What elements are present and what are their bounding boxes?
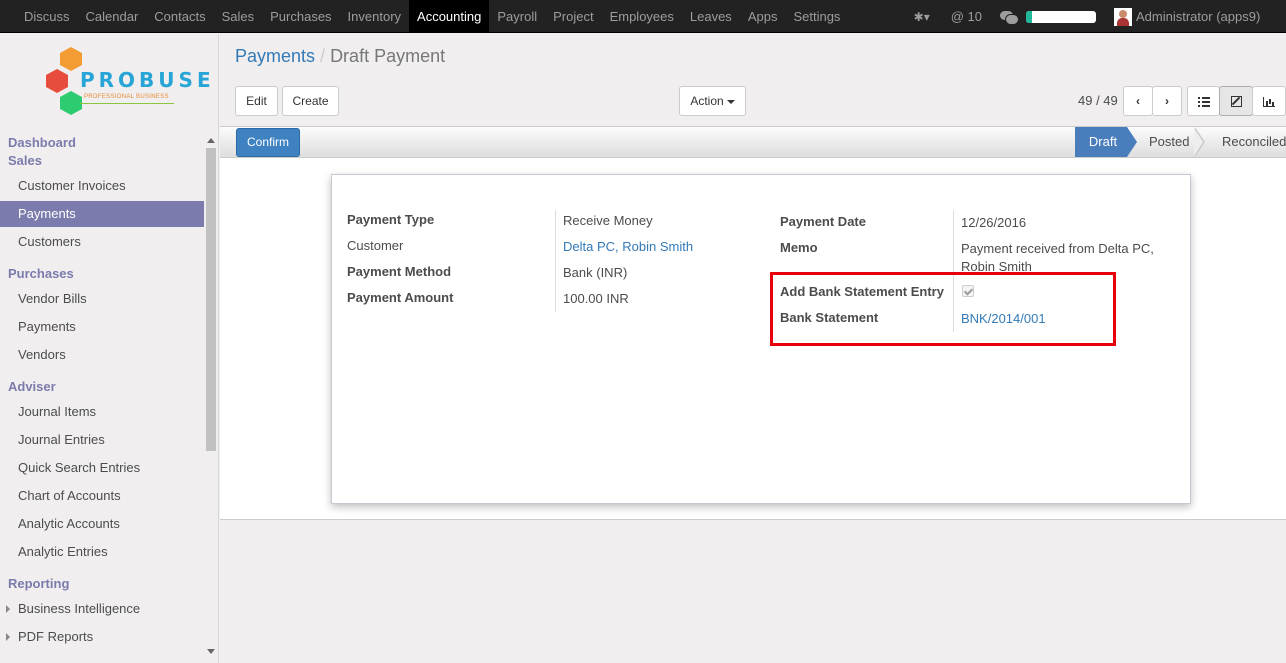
sidebar: PROBUSE PROFESSIONAL BUSINESS Dashboard … (0, 34, 219, 663)
menu-project[interactable]: Project (545, 0, 601, 33)
sidebar-item-business-intelligence[interactable]: Business Intelligence (0, 596, 204, 622)
highlight-box (770, 272, 1116, 346)
breadcrumb-current: Draft Payment (330, 46, 446, 66)
planner-progress-bar[interactable] (1026, 10, 1096, 23)
sidebar-item-journal-entries[interactable]: Journal Entries (0, 427, 204, 453)
field-payment-amount: 100.00 INR (563, 291, 629, 306)
caret-right-icon (6, 605, 10, 613)
field-payment-date: 12/26/2016 (961, 215, 1027, 230)
sidebar-item-customers[interactable]: Customers (0, 229, 204, 255)
column-divider (555, 210, 556, 312)
field-customer[interactable]: Delta PC, Robin Smith (563, 238, 693, 256)
label-payment-method: Payment Method (347, 264, 452, 279)
label-memo: Memo (780, 240, 818, 255)
scroll-up-icon[interactable] (207, 138, 215, 143)
systray: ✱▾ @ 10 Administrator (apps9) (907, 0, 1286, 33)
label-payment-date: Payment Date (780, 214, 866, 229)
stage-arrow (1194, 127, 1205, 157)
caret-down-icon (726, 99, 735, 104)
user-avatar[interactable] (1114, 7, 1132, 26)
sidebar-item-quick-search-entries[interactable]: Quick Search Entries (0, 455, 204, 481)
menu-purchases[interactable]: Purchases (262, 0, 339, 33)
currency: INR (606, 291, 629, 306)
progress-fill (1026, 10, 1032, 23)
list-icon (1197, 96, 1210, 107)
stage-draft[interactable]: Draft (1075, 127, 1137, 157)
edit-button[interactable]: Edit (235, 86, 278, 116)
menu-sales[interactable]: Sales (214, 0, 263, 33)
user-menu[interactable]: Administrator (apps9) (1136, 9, 1286, 24)
sidebar-item-pdf-reports[interactable]: PDF Reports (0, 624, 204, 650)
menu-calendar[interactable]: Calendar (78, 0, 147, 33)
bar-chart-icon (1263, 96, 1275, 107)
sidebar-item-analytic-entries[interactable]: Analytic Entries (0, 539, 204, 565)
sidebar-section-adviser: Adviser (8, 379, 56, 394)
pager-previous-button[interactable]: ‹ (1123, 86, 1153, 116)
scroll-thumb[interactable] (206, 148, 216, 451)
sidebar-item-chart-of-accounts[interactable]: Chart of Accounts (0, 483, 204, 509)
confirm-button[interactable]: Confirm (236, 128, 300, 157)
menu-contacts[interactable]: Contacts (146, 0, 213, 33)
scroll-down-icon[interactable] (207, 649, 215, 654)
menu-leaves[interactable]: Leaves (682, 0, 740, 33)
label-customer: Customer (347, 238, 404, 253)
pager-next-button[interactable]: › (1152, 86, 1182, 116)
breadcrumb-separator: / (320, 46, 326, 66)
main-menu: Discuss Calendar Contacts Sales Purchase… (16, 0, 848, 33)
sidebar-item-payments-sales[interactable]: Payments (0, 201, 204, 227)
sidebar-section-purchases: Purchases (8, 266, 74, 281)
chat-bubbles-icon[interactable] (1000, 10, 1019, 25)
sidebar-item-vendors[interactable]: Vendors (0, 342, 204, 368)
field-payment-method: Bank (INR) (563, 265, 628, 280)
debug-bug-icon[interactable]: ✱▾ (907, 10, 937, 24)
sidebar-section-dashboard[interactable]: Dashboard (8, 135, 76, 150)
edit-form-icon (1230, 96, 1242, 108)
chevron-right-icon: › (1165, 94, 1169, 108)
label-payment-amount: Payment Amount (347, 290, 454, 305)
graph-view-button[interactable] (1252, 86, 1286, 116)
sidebar-scrollbar[interactable] (205, 136, 217, 662)
menu-apps[interactable]: Apps (740, 0, 786, 33)
menu-discuss[interactable]: Discuss (16, 0, 78, 33)
sidebar-item-vendor-bills[interactable]: Vendor Bills (0, 286, 204, 312)
field-payment-type: Receive Money (563, 213, 653, 228)
menu-settings[interactable]: Settings (785, 0, 848, 33)
logo-tagline: PROFESSIONAL BUSINESS (84, 94, 169, 100)
menu-inventory[interactable]: Inventory (340, 0, 409, 33)
sidebar-item-customer-invoices[interactable]: Customer Invoices (0, 173, 204, 199)
sidebar-section-sales: Sales (8, 153, 42, 168)
mentions-counter[interactable]: @ 10 (951, 9, 982, 24)
field-memo: Payment received from Delta PC, Robin Smi… (961, 241, 1154, 274)
pager-value[interactable]: 49 / 49 (1078, 93, 1118, 108)
caret-right-icon (6, 633, 10, 641)
create-button[interactable]: Create (282, 86, 339, 116)
breadcrumb-parent[interactable]: Payments (235, 46, 315, 66)
menu-employees[interactable]: Employees (602, 0, 682, 33)
sidebar-item-journal-items[interactable]: Journal Items (0, 399, 204, 425)
logo-word: PROBUSE (80, 68, 215, 92)
list-view-button[interactable] (1187, 86, 1220, 116)
stage-reconciled[interactable]: Reconciled (1222, 127, 1286, 157)
form-statusbar: Confirm Draft Posted Reconciled (220, 126, 1286, 158)
action-dropdown[interactable]: Action (679, 86, 746, 116)
label-payment-type: Payment Type (347, 212, 435, 227)
menu-accounting[interactable]: Accounting (409, 0, 490, 33)
sidebar-section-reporting: Reporting (8, 576, 70, 591)
sidebar-item-payments-purchases[interactable]: Payments (0, 314, 204, 340)
sidebar-item-analytic-accounts[interactable]: Analytic Accounts (0, 511, 204, 537)
breadcrumb: Payments / Draft Payment (235, 46, 445, 67)
chevron-left-icon: ‹ (1136, 94, 1140, 108)
stage-posted[interactable]: Posted (1149, 127, 1189, 157)
menu-payroll[interactable]: Payroll (489, 0, 545, 33)
form-view-button[interactable] (1219, 86, 1253, 116)
company-logo[interactable]: PROBUSE PROFESSIONAL BUSINESS (42, 47, 211, 123)
top-navbar: Discuss Calendar Contacts Sales Purchase… (0, 0, 1286, 33)
